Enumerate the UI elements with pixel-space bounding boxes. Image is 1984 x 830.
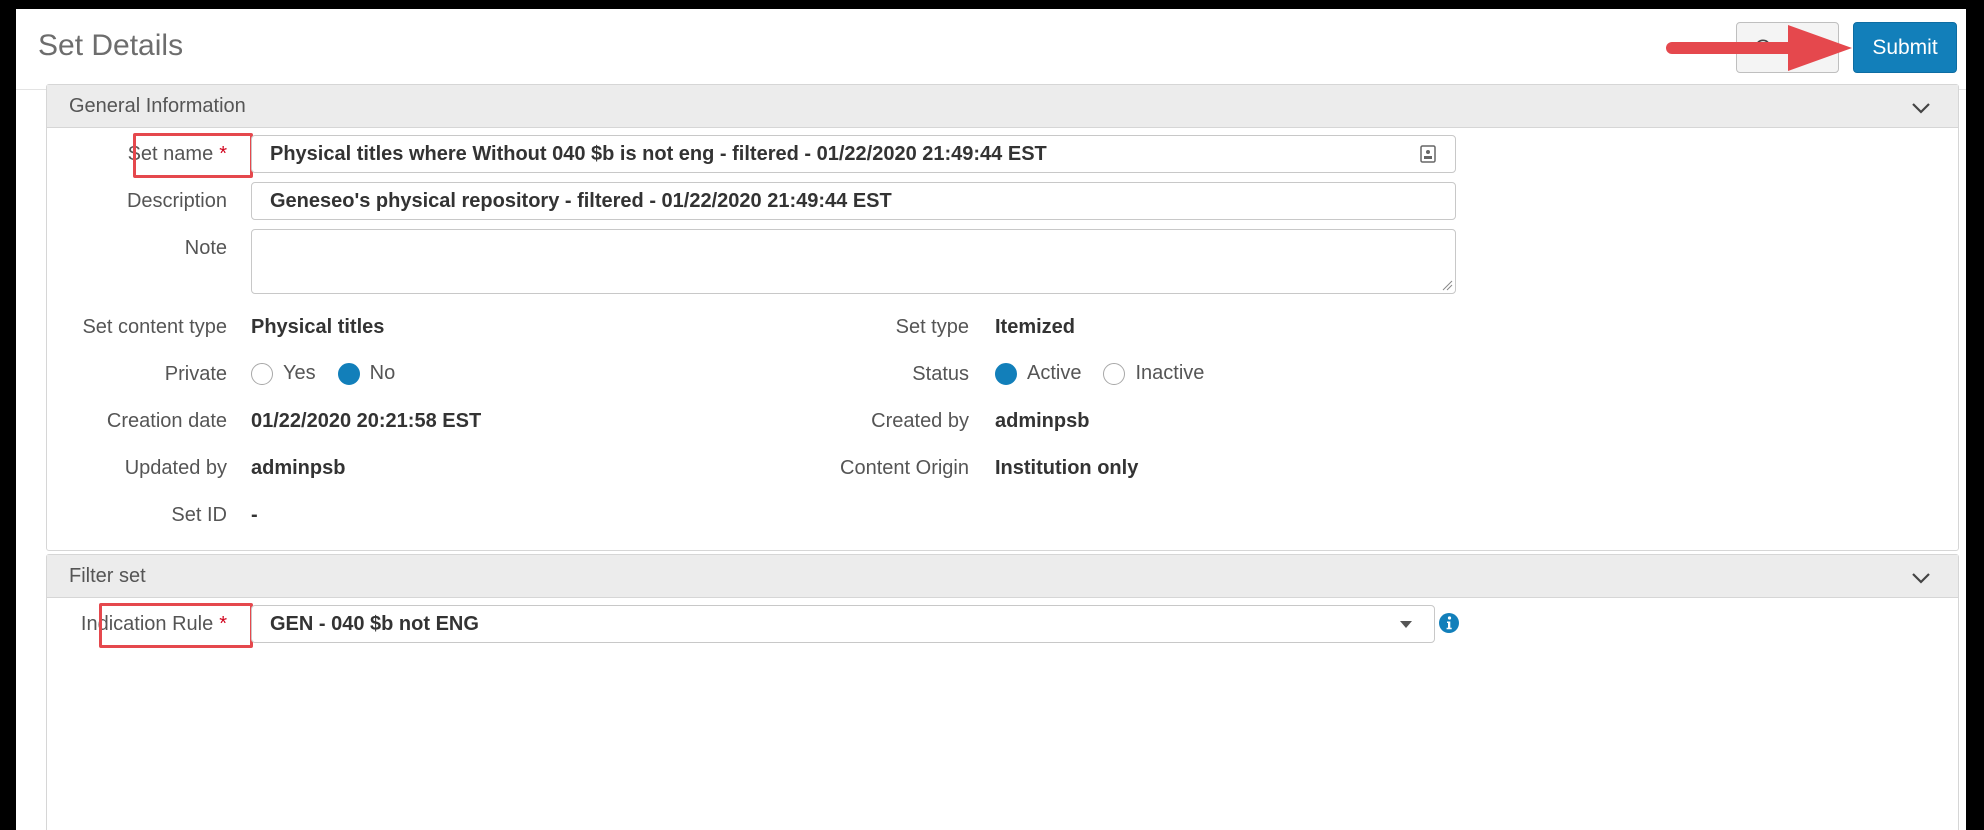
set-type-value: Itemized [995,316,1076,338]
chevron-down-icon[interactable] [1908,565,1934,591]
set-id-value: - [251,504,258,526]
updated-by-label: Updated by [124,457,227,479]
private-no-radio[interactable] [337,362,360,385]
set-type-label: Set type [895,316,969,338]
description-label: Description [126,190,227,212]
created-by-value: adminpsb [995,410,1090,432]
caret-down-icon[interactable] [1400,621,1412,629]
creation-date-value: 01/22/2020 20:21:58 EST [251,410,482,432]
annotation-arrow-icon [1666,25,1852,71]
status-inactive-label[interactable]: Inactive [1135,362,1204,385]
description-value: Geneseo's physical repository - filtered… [270,190,892,212]
section-title: General Information [69,95,246,117]
resize-handle-icon[interactable] [1441,279,1453,291]
id-card-icon[interactable] [1420,145,1436,163]
chevron-down-icon[interactable] [1908,95,1934,121]
content-origin-label: Content Origin [840,457,969,479]
private-radio-group: Yes No [251,362,417,385]
private-label: Private [164,363,227,385]
status-inactive-radio[interactable] [1103,362,1126,385]
set-content-type-label: Set content type [82,316,227,338]
indication-rule-select[interactable]: GEN - 040 $b not ENG [251,605,1435,643]
page-title: Set Details [38,29,184,62]
status-radio-group: Active Inactive [995,362,1226,385]
submit-button[interactable]: Submit [1853,22,1957,73]
created-by-label: Created by [871,410,969,432]
private-no-label[interactable]: No [370,362,396,385]
updated-by-value: adminpsb [251,457,346,479]
private-yes-label[interactable]: Yes [283,362,316,385]
set-name-input[interactable]: Physical titles where Without 040 $b is … [251,135,1456,173]
set-id-label: Set ID [171,504,227,526]
section-header[interactable]: General Information [47,85,1958,128]
description-input[interactable]: Geneseo's physical repository - filtered… [251,182,1456,220]
filter-set-section: Filter set Indication Rule * GEN - 040 $b… [46,554,1959,830]
indication-rule-highlight [99,603,253,648]
set-details-page: Set Details Cancel Submit General Inform… [16,9,1966,830]
set-name-highlight [133,133,253,178]
status-label: Status [912,363,969,385]
set-content-type-value: Physical titles [251,316,385,338]
section-header[interactable]: Filter set [47,555,1958,598]
creation-date-label: Creation date [106,410,227,432]
status-active-radio[interactable] [995,362,1017,385]
set-name-value: Physical titles where Without 040 $b is … [270,143,1047,165]
private-yes-radio[interactable] [251,362,273,385]
info-icon[interactable] [1439,613,1459,633]
note-textarea[interactable] [251,229,1456,294]
note-label: Note [184,237,227,259]
general-information-section: General Information Set name * Physical t… [46,84,1959,551]
status-active-label[interactable]: Active [1027,362,1081,385]
section-title: Filter set [69,565,146,587]
indication-rule-value: GEN - 040 $b not ENG [270,613,479,635]
content-origin-value: Institution only [995,457,1139,479]
